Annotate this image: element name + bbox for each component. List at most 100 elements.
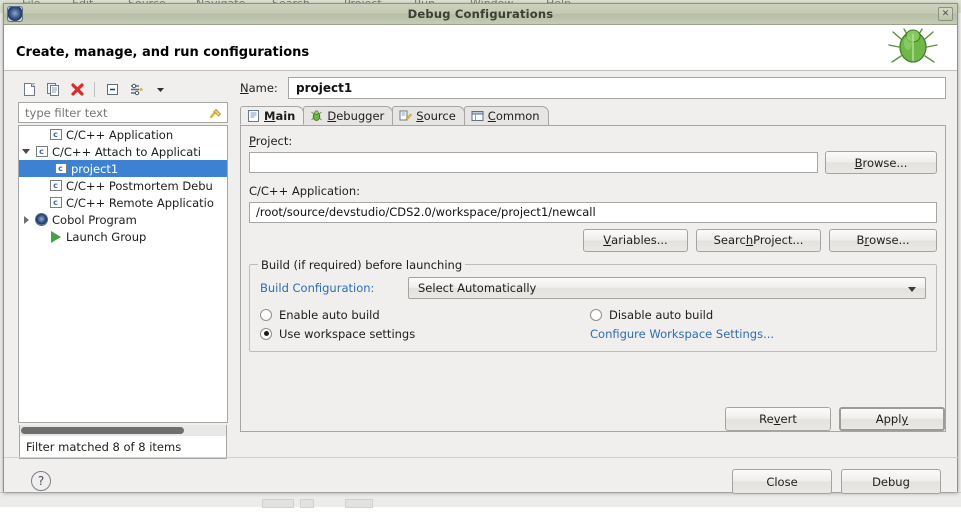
radio-indicator-selected (260, 328, 272, 340)
tree-item-project1[interactable]: c project1 (19, 160, 227, 177)
tree-item-label: C/C++ Postmortem Debu (64, 179, 213, 193)
build-options-grid: Enable auto build Disable auto build Use… (260, 308, 926, 341)
configurations-tree-panel: c C/C++ Application c C/C++ Attach to Ap… (14, 77, 234, 425)
radio-use-workspace-settings[interactable]: Use workspace settings (260, 327, 590, 341)
tree-item-cobol-program[interactable]: Cobol Program (19, 211, 227, 228)
tab-label: Debugger (327, 109, 384, 123)
radio-label: Use workspace settings (279, 327, 415, 341)
dialog-titlebar[interactable]: Debug Configurations ✕ (4, 4, 957, 25)
tree-item-label: C/C++ Application (64, 128, 173, 142)
build-group-title: Build (if required) before launching (258, 258, 465, 272)
common-window-icon (471, 110, 484, 122)
background-status-strip (0, 492, 961, 507)
dialog-header: Create, manage, and run configurations (4, 25, 957, 71)
tab-main[interactable]: Main (240, 106, 304, 125)
revert-button[interactable]: Revert (725, 407, 831, 431)
application-label: C/C++ Application: (249, 184, 937, 198)
configurations-tree[interactable]: c C/C++ Application c C/C++ Attach to Ap… (18, 125, 228, 423)
red-x-delete-icon[interactable] (66, 79, 88, 99)
c-launch-icon: c (47, 197, 64, 208)
scrollbar-thumb[interactable] (21, 427, 184, 434)
tab-label: Common (488, 109, 540, 123)
tree-horizontal-scrollbar[interactable] (19, 425, 227, 436)
debug-button[interactable]: Debug (841, 469, 941, 494)
search-project-button[interactable]: Search Project... (696, 229, 821, 252)
tree-item-label: Launch Group (64, 230, 146, 244)
configure-workspace-settings-link[interactable]: Configure Workspace Settings... (590, 327, 926, 341)
name-label: Name: (240, 81, 288, 95)
tab-label: Source (416, 109, 456, 123)
tab-label: Main (264, 109, 295, 123)
close-icon[interactable]: ✕ (938, 7, 953, 21)
variables-button[interactable]: Variables... (583, 229, 688, 252)
radio-label: Enable auto build (279, 308, 380, 322)
tree-item-label: C/C++ Attach to Applicati (50, 145, 201, 159)
build-before-launch-group: Build (if required) before launching Bui… (249, 264, 937, 352)
green-bug-icon (877, 27, 949, 71)
new-configuration-button[interactable] (18, 79, 40, 99)
tree-item-c-attach-to-application[interactable]: c C/C++ Attach to Applicati (19, 143, 227, 160)
chevron-down-icon (908, 287, 916, 292)
application-path-input[interactable] (249, 202, 937, 223)
tree-item-c-remote-application[interactable]: c C/C++ Remote Applicatio (19, 194, 227, 211)
source-folder-icon (399, 110, 412, 122)
application-buttons-row: Variables... Search Project... Browse... (249, 229, 937, 252)
radio-enable-auto-build[interactable]: Enable auto build (260, 308, 590, 322)
dialog-footer-buttons: Close Debug (732, 469, 941, 494)
revert-apply-row: Revert Apply (725, 407, 945, 431)
c-launch-icon: c (52, 163, 69, 174)
tree-item-c-postmortem-debugger[interactable]: c C/C++ Postmortem Debu (19, 177, 227, 194)
project-label: Project: (249, 134, 937, 148)
radio-indicator (260, 309, 272, 321)
browse-project-button[interactable]: Browse... (825, 151, 937, 174)
close-button[interactable]: Close (732, 469, 832, 494)
collapse-all-button[interactable] (101, 79, 123, 99)
dialog-body: c C/C++ Application c C/C++ Attach to Ap… (4, 71, 957, 492)
project-row: Browse... (249, 151, 937, 174)
tree-item-launch-group[interactable]: Launch Group (19, 228, 227, 245)
radio-indicator (590, 309, 602, 321)
project-input[interactable] (249, 152, 818, 173)
tab-common[interactable]: Common (464, 106, 549, 125)
search-input[interactable] (19, 104, 194, 121)
footer-separator (4, 457, 959, 458)
apply-button[interactable]: Apply (839, 407, 945, 431)
build-configuration-label: Build Configuration: (260, 281, 400, 295)
tree-item-label: C/C++ Remote Applicatio (64, 196, 214, 210)
tree-item-label: Cobol Program (50, 213, 137, 227)
help-icon[interactable]: ? (31, 471, 51, 491)
configuration-name-input[interactable] (288, 77, 946, 99)
main-page-icon (247, 110, 260, 122)
cobol-icon (33, 213, 50, 226)
page-title: Create, manage, and run configurations (16, 45, 309, 60)
tree-toolbar (14, 77, 234, 101)
build-configuration-select[interactable]: Select Automatically (408, 277, 926, 299)
build-configuration-row: Build Configuration: Select Automaticall… (260, 277, 926, 299)
c-launch-icon: c (47, 129, 64, 140)
chevron-down-icon[interactable] (149, 79, 171, 99)
main-tab-content: Project: Browse... C/C++ Application: Va… (240, 126, 946, 432)
clear-broom-icon[interactable] (208, 105, 223, 124)
tree-item-c-application[interactable]: c C/C++ Application (19, 126, 227, 143)
filter-status-text: Filter matched 8 of 8 items (19, 436, 227, 459)
duplicate-configuration-button[interactable] (42, 79, 64, 99)
tab-source[interactable]: Source (392, 106, 465, 125)
twisty-expanded-icon[interactable] (19, 149, 33, 154)
radio-disable-auto-build[interactable]: Disable auto build (590, 308, 926, 322)
launch-group-icon (47, 231, 64, 243)
configuration-editor-panel: Name: Main Debugger (240, 77, 946, 481)
browse-application-button[interactable]: Browse... (829, 229, 937, 252)
debug-configurations-dialog: Debug Configurations ✕ Create, manage, a… (3, 3, 958, 492)
debugger-bug-icon (310, 110, 323, 122)
twisty-collapsed-icon[interactable] (19, 216, 33, 224)
tab-strip: Main Debugger Source (240, 106, 946, 126)
c-launch-icon: c (47, 180, 64, 191)
build-configuration-value: Select Automatically (418, 281, 536, 295)
filter-field-wrapper[interactable] (18, 102, 228, 123)
tree-item-label: project1 (69, 162, 118, 176)
name-row: Name: (240, 77, 946, 99)
radio-label: Disable auto build (609, 308, 713, 322)
panel-splitter[interactable] (232, 77, 238, 517)
tab-debugger[interactable]: Debugger (303, 106, 393, 125)
filter-icon[interactable] (125, 79, 147, 99)
